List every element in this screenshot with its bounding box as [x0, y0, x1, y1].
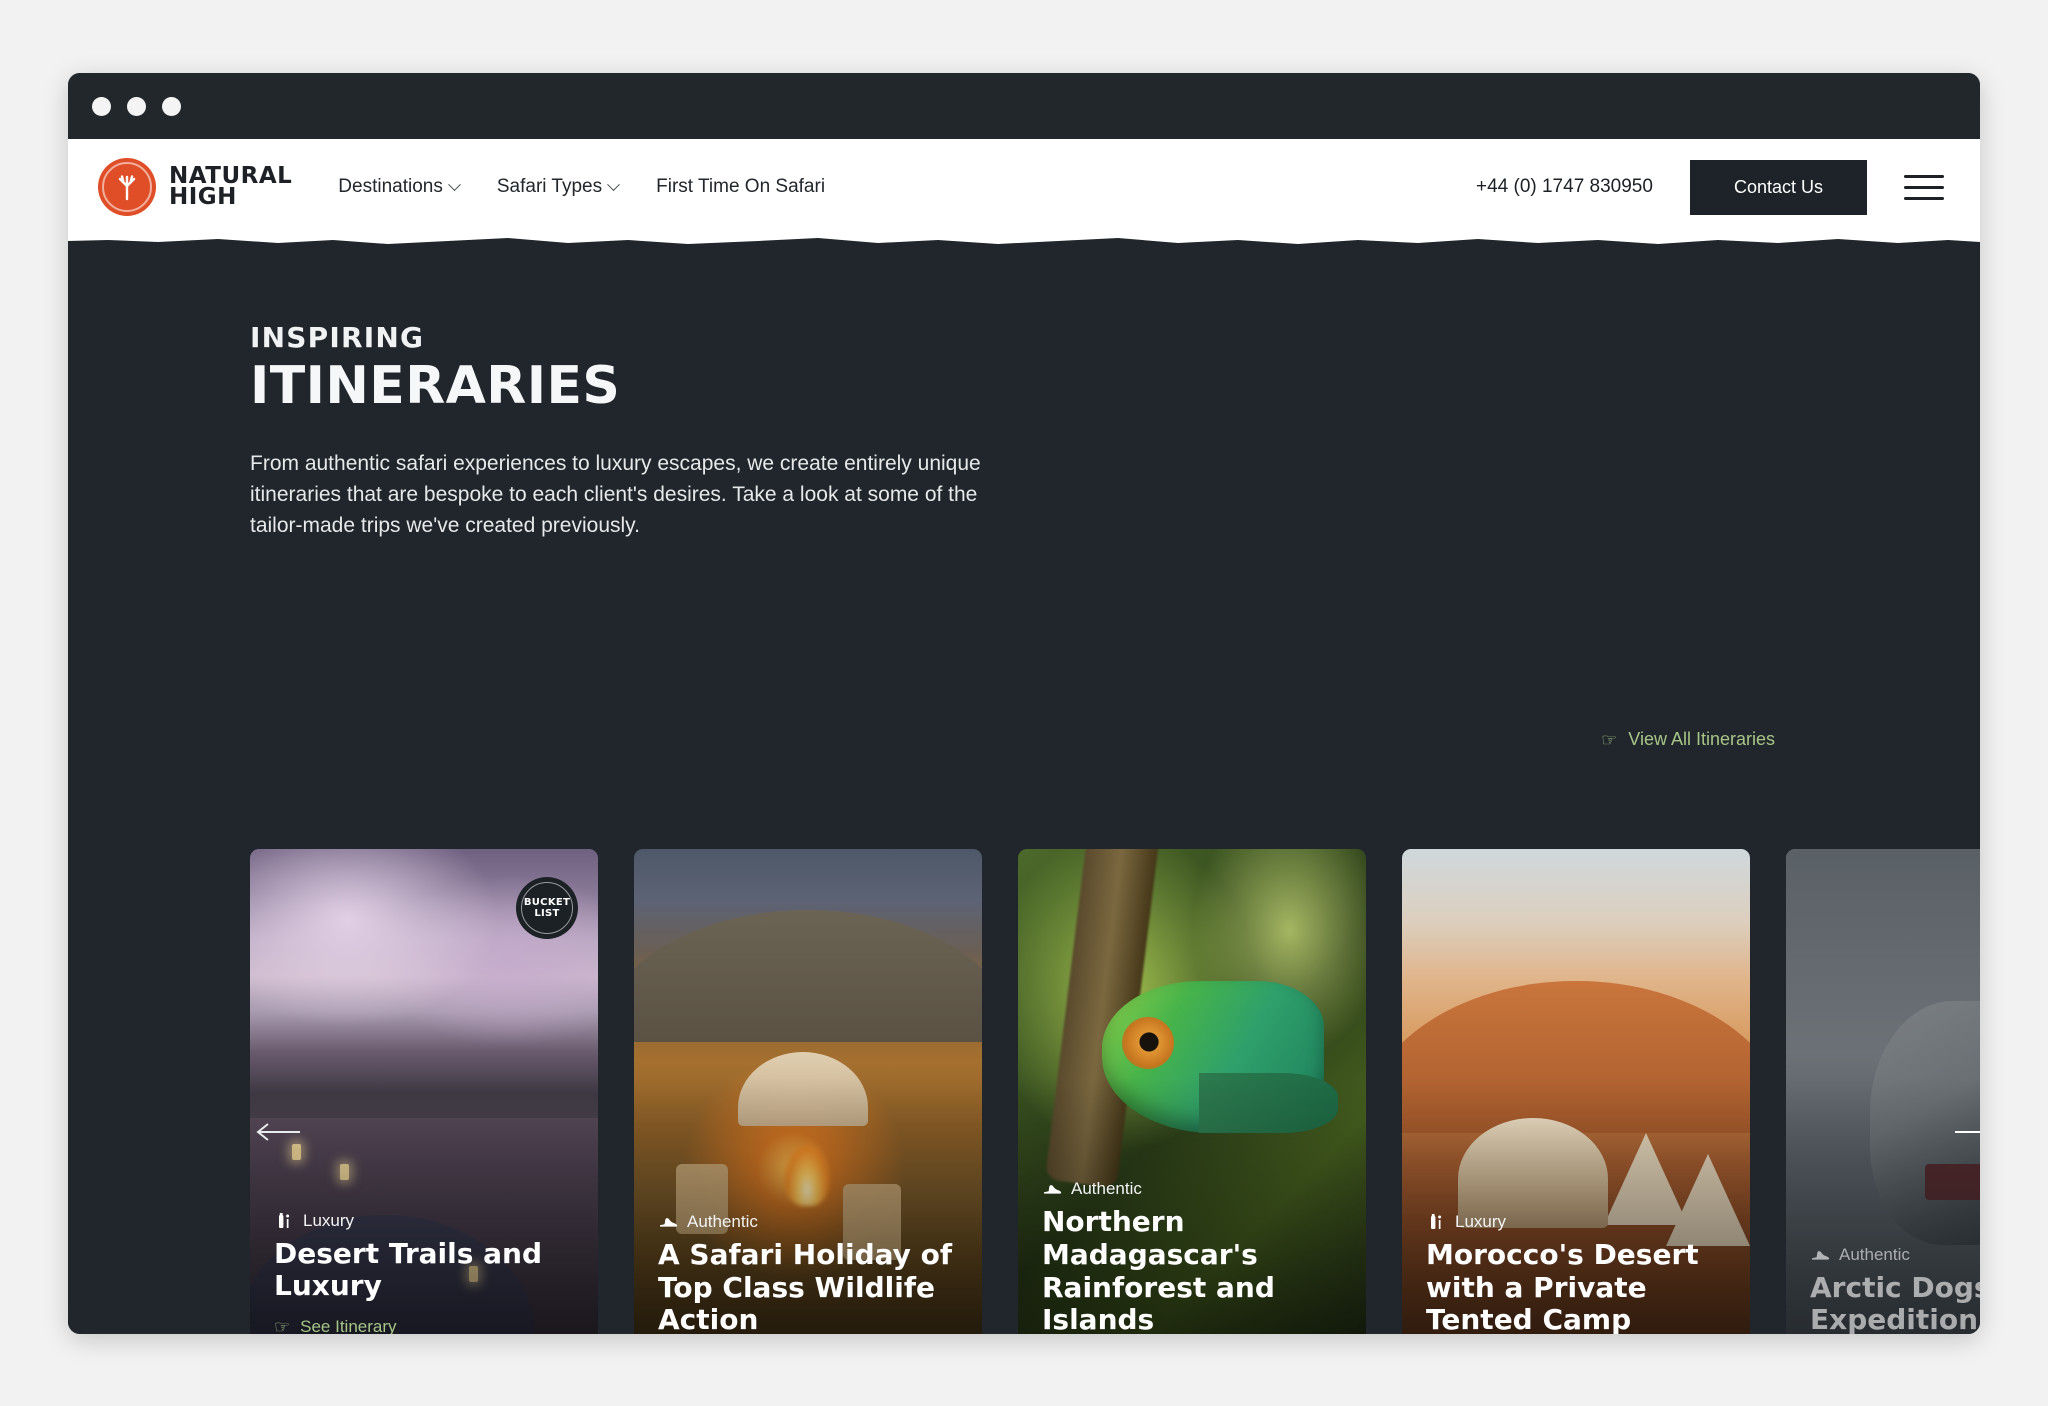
main-navigation: Destinations Safari Types First Time On … [338, 176, 825, 198]
card-title: Desert Trails and Luxury [274, 1236, 543, 1303]
see-itinerary-link[interactable]: ☞ See Itinerary [274, 1317, 574, 1334]
boot-icon [658, 1212, 678, 1232]
card-title: Morocco's Desert with a Private Tented C… [1426, 1237, 1699, 1334]
header-right: +44 (0) 1747 830950 Contact Us [1476, 159, 1944, 215]
card-image: BUCKET LIST Luxury Desert Trails and Lux… [250, 849, 598, 1334]
logo-line-2: HIGH [169, 184, 237, 210]
card-tag: Authentic [658, 1212, 958, 1232]
section-eyebrow: INSPIRING [250, 321, 425, 354]
torn-edge-divider [68, 235, 1980, 249]
card-title: Arctic Dogs Expedition [1810, 1270, 1980, 1334]
window-close-dot[interactable] [92, 96, 111, 116]
champagne-icon [274, 1211, 294, 1231]
card-tag: Luxury [1426, 1212, 1726, 1232]
nav-item-label: Safari Types [496, 176, 603, 197]
nav-item-first-time-on-safari[interactable]: First Time On Safari [656, 176, 825, 198]
card-overlay: Authentic Arctic Dogs Expedition [1786, 1245, 1980, 1335]
window-minimize-dot[interactable] [127, 96, 146, 116]
nav-item-safari-types[interactable]: Safari Types [496, 176, 620, 198]
badge-line-1: BUCKET [523, 896, 571, 908]
card-tag-label: Authentic [1071, 1179, 1142, 1198]
card-overlay: Authentic Northern Madagascar's Rainfore… [1018, 1179, 1366, 1334]
contact-us-button[interactable]: Contact Us [1689, 159, 1867, 215]
card-image: Authentic Arctic Dogs Expedition [1786, 849, 1980, 1334]
carousel-next-arrow[interactable] [1954, 1121, 1980, 1143]
itinerary-card[interactable]: BUCKET LIST Luxury Desert Trails and Lux… [250, 849, 598, 1334]
card-image: Luxury Morocco's Desert with a Private T… [1402, 849, 1750, 1334]
itinerary-card[interactable]: Authentic Northern Madagascar's Rainfore… [1018, 849, 1366, 1334]
section-heading-block: INSPIRING ITINERARIES From authentic saf… [68, 249, 1980, 541]
pointing-hand-icon: ☞ [274, 1317, 291, 1334]
see-itinerary-label: See Itinerary [300, 1317, 397, 1334]
card-tag: Authentic [1042, 1179, 1342, 1199]
view-all-label: View All Itineraries [1628, 729, 1775, 749]
boot-icon [1810, 1245, 1830, 1265]
card-tag-label: Authentic [1839, 1244, 1910, 1264]
card-tag-label: Luxury [1455, 1211, 1507, 1231]
nav-item-destinations[interactable]: Destinations [338, 176, 461, 198]
card-tag-label: Luxury [303, 1210, 355, 1230]
card-tag: Luxury [274, 1211, 574, 1231]
nav-item-label: First Time On Safari [656, 176, 826, 197]
site-header: NATURAL HIGH Destinations Safari Types F… [68, 139, 1980, 235]
itineraries-section: INSPIRING ITINERARIES From authentic saf… [68, 249, 1980, 1334]
carousel-prev-arrow[interactable] [255, 1121, 301, 1143]
card-image: Authentic Northern Madagascar's Rainfore… [1018, 849, 1366, 1334]
card-image: Authentic A Safari Holiday of Top Class … [634, 849, 982, 1334]
logo[interactable]: NATURAL HIGH [98, 158, 292, 216]
chevron-down-icon [607, 177, 620, 191]
itineraries-carousel: BUCKET LIST Luxury Desert Trails and Lux… [250, 849, 1980, 1334]
champagne-icon [1426, 1212, 1446, 1232]
tree-logo-icon [98, 158, 156, 216]
card-overlay: Authentic A Safari Holiday of Top Class … [634, 1212, 982, 1334]
logo-text: NATURAL HIGH [169, 164, 292, 210]
card-tag-label: Authentic [687, 1211, 758, 1231]
window-maximize-dot[interactable] [162, 96, 181, 116]
browser-window: NATURAL HIGH Destinations Safari Types F… [68, 73, 1980, 1334]
card-overlay: Luxury Morocco's Desert with a Private T… [1402, 1212, 1750, 1334]
hamburger-menu-icon[interactable] [1904, 174, 1944, 200]
bucket-list-badge: BUCKET LIST [516, 877, 578, 939]
boot-icon [1042, 1179, 1062, 1199]
phone-number[interactable]: +44 (0) 1747 830950 [1476, 176, 1653, 198]
card-title: A Safari Holiday of Top Class Wildlife A… [658, 1237, 953, 1334]
pointing-hand-icon: ☞ [1601, 729, 1618, 750]
itinerary-card[interactable]: Luxury Morocco's Desert with a Private T… [1402, 849, 1750, 1334]
card-overlay: Luxury Desert Trails and Luxury ☞ See It… [250, 1211, 598, 1335]
card-title: Northern Madagascar's Rainforest and Isl… [1042, 1205, 1275, 1334]
nav-item-label: Destinations [338, 176, 443, 197]
view-all-itineraries-link[interactable]: ☞ View All Itineraries [1601, 729, 1775, 750]
badge-line-2: LIST [534, 908, 560, 919]
page-title: ITINERARIES [250, 356, 621, 416]
chevron-down-icon [447, 177, 461, 191]
browser-chrome [68, 73, 1980, 139]
card-tag: Authentic [1810, 1245, 1980, 1265]
section-description: From authentic safari experiences to lux… [250, 452, 981, 538]
itinerary-card[interactable]: Authentic Arctic Dogs Expedition Swedish… [1786, 849, 1980, 1334]
itinerary-card[interactable]: Authentic A Safari Holiday of Top Class … [634, 849, 982, 1334]
